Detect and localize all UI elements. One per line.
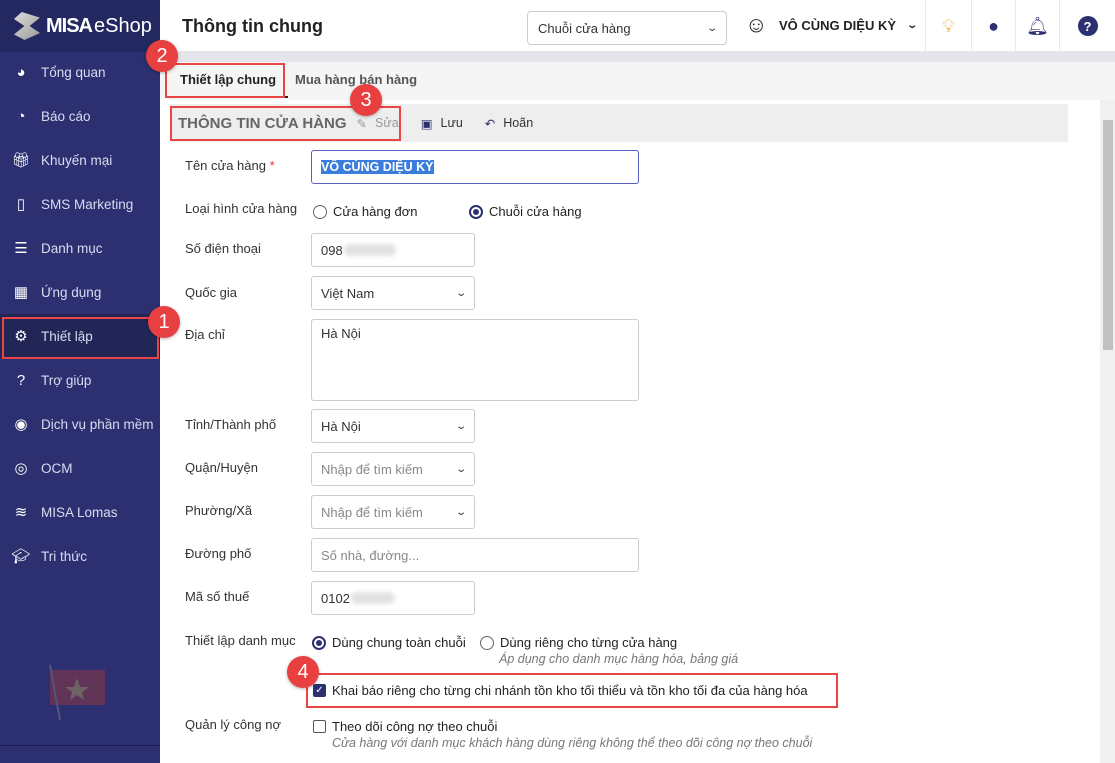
district-select[interactable]: Nhập để tìm kiếm ⌄ xyxy=(311,452,475,486)
phone-icon: ▯ xyxy=(16,196,26,213)
redacted-blur xyxy=(350,592,395,604)
sidebar-item-misa-lomas[interactable]: ≋ MISA Lomas xyxy=(0,490,160,534)
layers-icon: ≋ xyxy=(14,504,28,521)
user-menu[interactable]: ☺ VÔ CÙNG DIỆU KỲ ⌄ xyxy=(745,12,919,37)
catalog-label: Thiết lập danh mục xyxy=(185,633,296,648)
divider xyxy=(160,52,1115,62)
annotation-box-2 xyxy=(165,63,285,98)
country-label: Quốc gia xyxy=(185,285,238,300)
messenger-icon[interactable]: ● xyxy=(971,0,1015,52)
debt-checkbox[interactable]: Theo dõi công nợ theo chuỗi xyxy=(313,719,497,734)
district-label: Quận/Huyện xyxy=(185,460,258,475)
chevron-down-icon: ⌄ xyxy=(454,463,467,475)
tax-input[interactable]: 0102 xyxy=(311,581,475,615)
sidebar: MISA eShop ◕ Tổng quan ◔ Báo cáo 🎁︎ Khuyến m… xyxy=(0,0,160,763)
misa-logo-icon xyxy=(14,12,40,40)
chevron-down-icon: ⌄ xyxy=(454,420,467,432)
chevron-down-icon: ⌄ xyxy=(906,19,919,31)
street-input[interactable]: Số nhà, đường... xyxy=(311,538,639,572)
catalog-hint: Áp dụng cho danh mục hàng hóa, bảng giá xyxy=(499,652,739,666)
radio-single-store[interactable]: Cửa hàng đơn xyxy=(313,204,417,219)
tab-bar: Thiết lập chung Mua hàng bán hàng xyxy=(160,62,1115,100)
annotation-badge-1: 1 xyxy=(148,306,180,338)
store-type-label: Loại hình cửa hàng xyxy=(185,201,298,216)
annotation-box-4 xyxy=(306,673,838,708)
ward-label: Phường/Xã xyxy=(185,503,253,518)
gift-icon: 🎁︎ xyxy=(11,152,31,169)
ward-select[interactable]: Nhập để tìm kiếm ⌄ xyxy=(311,495,475,529)
sidebar-item-dich-vu[interactable]: ◉ Dịch vụ phần mềm xyxy=(0,402,160,446)
chain-select[interactable]: Chuỗi cửa hàng ⌄ xyxy=(527,11,727,45)
undo-icon: ↶ xyxy=(484,116,496,131)
store-name-input[interactable]: VÔ CÙNG DIỆU KỲ xyxy=(311,150,639,184)
header: Thông tin chung Chuỗi cửa hàng ⌄ ☺ VÔ CÙNG… xyxy=(160,0,1115,52)
radio-circle xyxy=(469,204,483,219)
ocm-icon: ◎ xyxy=(14,460,28,477)
annotation-box-1 xyxy=(2,317,159,359)
bell-icon[interactable]: 🔔︎ xyxy=(1015,0,1059,52)
floppy-icon: ▣ xyxy=(420,116,433,131)
phone-label: Số điện thoại xyxy=(185,241,261,256)
chevron-down-icon: ⌄ xyxy=(454,287,467,299)
province-label: Tỉnh/Thành phố xyxy=(185,417,277,432)
smiley-avatar-icon: ☺ xyxy=(745,12,768,37)
debt-label: Quản lý công nợ xyxy=(185,717,281,732)
phone-input[interactable]: 098 xyxy=(311,233,475,267)
apps-icon: ▦ xyxy=(13,284,29,301)
address-textarea[interactable]: Hà Nội xyxy=(311,319,639,401)
scrollbar[interactable] xyxy=(1100,100,1115,763)
user-icon: ◉ xyxy=(14,416,28,433)
radio-circle xyxy=(480,635,494,650)
chevron-down-icon: ⌄ xyxy=(454,506,467,518)
save-button[interactable]: ▣ Lưu xyxy=(421,116,463,131)
pie-chart-icon: ◔ xyxy=(16,107,26,125)
sidebar-item-tong-quan[interactable]: ◕ Tổng quan xyxy=(0,50,160,94)
sidebar-item-ocm[interactable]: ◎ OCM xyxy=(0,446,160,490)
flag-decoration-icon xyxy=(49,664,105,720)
sidebar-item-tri-thuc[interactable]: 🎓︎ Tri thức xyxy=(0,534,160,578)
sidebar-item-khuyen-mai[interactable]: 🎁︎ Khuyến mại xyxy=(0,138,160,182)
redacted-blur xyxy=(343,244,396,256)
list-icon: ☰ xyxy=(14,240,28,257)
radio-circle xyxy=(313,204,327,219)
annotation-badge-3: 3 xyxy=(350,84,382,116)
lightbulb-book-icon[interactable]: 💡︎ xyxy=(925,0,971,52)
radio-catalog-shared[interactable]: Dùng chung toàn chuỗi xyxy=(312,635,466,650)
graduation-cap-icon: 🎓︎ xyxy=(11,548,31,565)
radio-circle xyxy=(312,635,326,650)
radio-chain-store[interactable]: Chuỗi cửa hàng xyxy=(469,204,582,219)
sidebar-item-tro-giup[interactable]: ? Trợ giúp xyxy=(0,358,160,402)
chevron-down-icon: ⌄ xyxy=(705,22,718,34)
store-name-label: Tên cửa hàng * xyxy=(185,158,275,173)
checkbox-icon xyxy=(313,720,326,733)
annotation-badge-4: 4 xyxy=(287,656,319,688)
help-icon[interactable]: ? xyxy=(1059,0,1115,52)
country-select[interactable]: Việt Nam ⌄ xyxy=(311,276,475,310)
debt-hint: Cửa hàng với danh mục khách hàng dùng ri… xyxy=(332,736,813,750)
sidebar-item-bao-cao[interactable]: ◔ Báo cáo xyxy=(0,94,160,138)
province-select[interactable]: Hà Nội ⌄ xyxy=(311,409,475,443)
sidebar-item-danh-muc[interactable]: ☰ Danh mục xyxy=(0,226,160,270)
annotation-badge-2: 2 xyxy=(146,40,178,72)
divider xyxy=(0,745,160,746)
street-label: Đường phố xyxy=(185,546,252,561)
scrollbar-thumb[interactable] xyxy=(1103,120,1113,350)
dashboard-icon: ◕ xyxy=(16,63,26,81)
help-icon: ? xyxy=(16,371,26,389)
sidebar-item-ung-dung[interactable]: ▦ Ứng dụng xyxy=(0,270,160,314)
undo-button[interactable]: ↶ Hoãn xyxy=(485,116,533,131)
logo[interactable]: MISA eShop xyxy=(0,0,160,52)
tab-mua-hang-ban-hang[interactable]: Mua hàng bán hàng xyxy=(295,72,417,87)
radio-catalog-separate[interactable]: Dùng riêng cho từng cửa hàng xyxy=(480,635,677,650)
sidebar-item-sms-marketing[interactable]: ▯ SMS Marketing xyxy=(0,182,160,226)
tax-label: Mã số thuế xyxy=(185,589,250,604)
address-label: Địa chỉ xyxy=(185,327,225,342)
page-title: Thông tin chung xyxy=(182,16,323,36)
